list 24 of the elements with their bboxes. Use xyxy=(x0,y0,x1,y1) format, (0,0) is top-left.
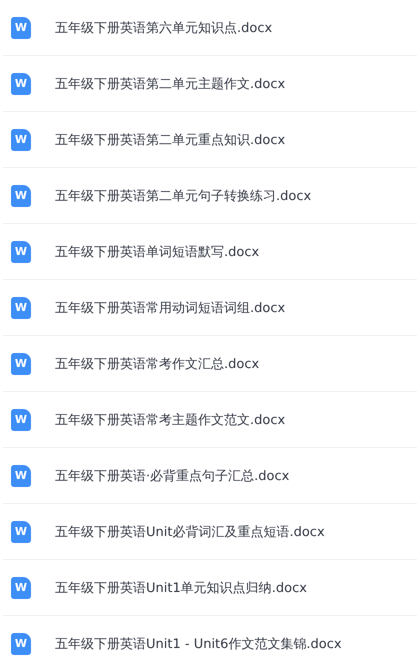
file-name[interactable]: 五年级下册英语第二单元主题作文.docx xyxy=(55,74,286,92)
word-document-icon: W xyxy=(11,128,31,150)
word-document-icon: W xyxy=(11,352,31,374)
word-document-icon: W xyxy=(11,72,31,94)
file-name[interactable]: 五年级下册英语第二单元重点知识.docx xyxy=(55,130,286,148)
file-name[interactable]: 五年级下册英语第六单元知识点.docx xyxy=(55,18,272,36)
word-document-icon: W xyxy=(11,464,31,486)
file-name[interactable]: 五年级下册英语常用动词短语词组.docx xyxy=(55,298,286,316)
word-document-icon: W xyxy=(11,632,31,654)
word-document-icon: W xyxy=(11,408,31,430)
word-document-icon: W xyxy=(11,240,31,262)
file-name[interactable]: 五年级下册英语Unit1 - Unit6作文范文集锦.docx xyxy=(55,634,342,652)
word-document-icon: W xyxy=(11,296,31,318)
word-document-icon: W xyxy=(11,184,31,206)
file-name[interactable]: 五年级下册英语Unit1单元知识点归纳.docx xyxy=(55,578,307,596)
word-document-icon: W xyxy=(11,520,31,542)
file-name[interactable]: 五年级下册英语·必背重点句子汇总.docx xyxy=(55,466,290,484)
word-document-icon: W xyxy=(11,576,31,598)
file-name[interactable]: 五年级下册英语单词短语默写.docx xyxy=(55,242,260,260)
file-name[interactable]: 五年级下册英语常考作文汇总.docx xyxy=(55,354,260,372)
file-name[interactable]: 五年级下册英语常考主题作文范文.docx xyxy=(55,410,286,428)
word-document-icon: W xyxy=(11,16,31,38)
file-name[interactable]: 五年级下册英语第二单元句子转换练习.docx xyxy=(55,186,312,204)
file-name[interactable]: 五年级下册英语Unit必背词汇及重点短语.docx xyxy=(55,522,325,540)
